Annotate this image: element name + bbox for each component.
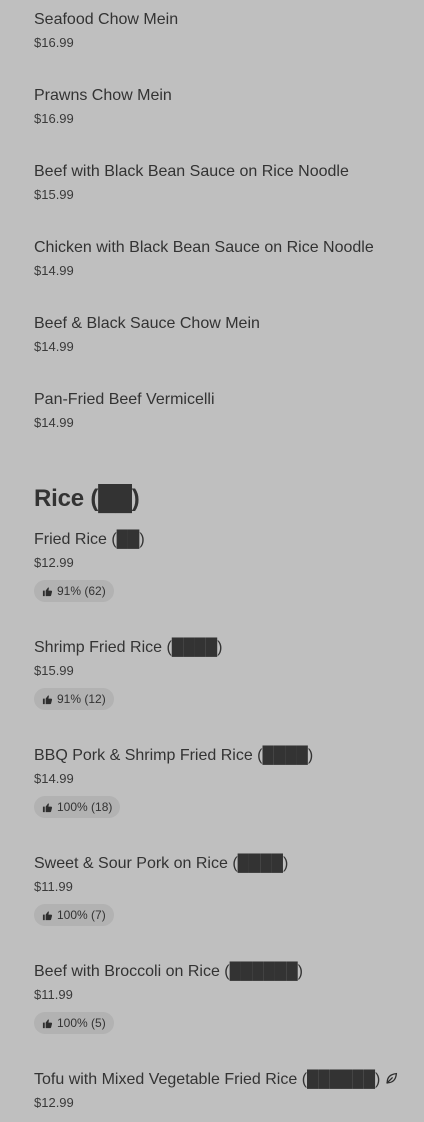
item-price: $12.99 <box>34 555 74 570</box>
thumbs-up-icon <box>42 586 53 596</box>
menu-item[interactable]: Shrimp Fried Rice (████) $15.99 91% (12) <box>34 638 414 710</box>
item-price: $14.99 <box>34 263 74 278</box>
item-price: $14.99 <box>34 339 74 354</box>
menu-item[interactable]: Tofu with Mixed Vegetable Fried Rice (██… <box>34 1070 414 1111</box>
menu-item[interactable]: Chicken with Black Bean Sauce on Rice No… <box>34 238 414 279</box>
item-price: $15.99 <box>34 663 74 678</box>
item-name: Beef & Black Sauce Chow Mein <box>34 315 260 332</box>
thumbs-up-icon <box>42 694 53 704</box>
menu-item[interactable]: Prawns Chow Mein $16.99 <box>34 86 414 127</box>
thumbs-up-icon <box>42 910 53 920</box>
rating-text: 100% (5) <box>57 1016 106 1030</box>
item-name: Fried Rice (██) <box>34 531 145 548</box>
item-name: Beef with Broccoli on Rice (██████) <box>34 963 303 980</box>
rating-badge: 100% (18) <box>34 796 121 818</box>
item-price: $14.99 <box>34 415 74 430</box>
item-price: $11.99 <box>34 879 73 894</box>
item-name: Seafood Chow Mein <box>34 11 179 28</box>
rating-badge: 100% (7) <box>34 904 114 926</box>
item-price: $14.99 <box>34 771 74 786</box>
item-price: $16.99 <box>34 35 74 50</box>
rating-text: 100% (7) <box>57 908 106 922</box>
item-name: Shrimp Fried Rice (████) <box>34 639 223 656</box>
item-name: Prawns Chow Mein <box>34 87 172 104</box>
menu-item[interactable]: Beef with Black Bean Sauce on Rice Noodl… <box>34 162 414 203</box>
item-name-text: Tofu with Mixed Vegetable Fried Rice (██… <box>34 1071 381 1088</box>
item-name: Beef with Black Bean Sauce on Rice Noodl… <box>34 163 349 180</box>
leaf-icon <box>386 1072 398 1084</box>
item-name: Sweet & Sour Pork on Rice (████) <box>34 855 289 872</box>
menu-item[interactable]: Beef with Broccoli on Rice (██████) $11.… <box>34 962 414 1034</box>
item-name: BBQ Pork & Shrimp Fried Rice (████) <box>34 747 314 764</box>
menu-item[interactable]: Beef & Black Sauce Chow Mein $14.99 <box>34 314 414 355</box>
menu-item[interactable]: Sweet & Sour Pork on Rice (████) $11.99 … <box>34 854 414 926</box>
item-price: $11.99 <box>34 987 73 1002</box>
section-title: Rice (██) <box>34 485 140 512</box>
menu-item[interactable]: Pan-Fried Beef Vermicelli $14.99 <box>34 390 414 431</box>
rating-text: 91% (62) <box>57 584 106 598</box>
item-price: $15.99 <box>34 187 74 202</box>
menu-item[interactable]: Seafood Chow Mein $16.99 <box>34 10 414 51</box>
item-price: $12.99 <box>34 1095 74 1110</box>
item-name: Pan-Fried Beef Vermicelli <box>34 391 215 408</box>
menu-item[interactable]: BBQ Pork & Shrimp Fried Rice (████) $14.… <box>34 746 414 818</box>
rating-text: 91% (12) <box>57 692 106 706</box>
thumbs-up-icon <box>42 1018 53 1028</box>
item-price: $16.99 <box>34 111 74 126</box>
rating-text: 100% (18) <box>57 800 113 814</box>
rating-badge: 91% (12) <box>34 688 114 710</box>
rating-badge: 100% (5) <box>34 1012 114 1034</box>
item-name: Tofu with Mixed Vegetable Fried Rice (██… <box>34 1070 414 1090</box>
menu-item[interactable]: Fried Rice (██) $12.99 91% (62) <box>34 530 414 602</box>
rating-badge: 91% (62) <box>34 580 114 602</box>
thumbs-up-icon <box>42 802 53 812</box>
item-name: Chicken with Black Bean Sauce on Rice No… <box>34 239 374 256</box>
